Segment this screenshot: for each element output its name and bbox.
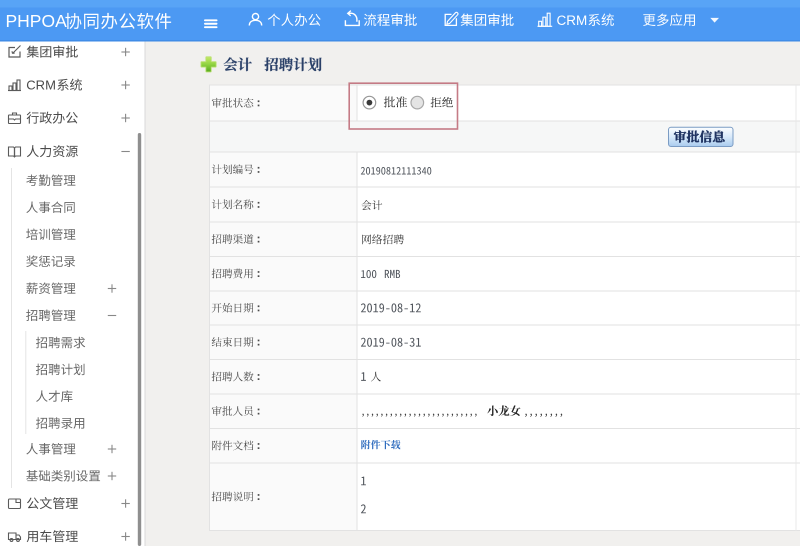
svg-text:CRM: CRM	[557, 13, 588, 28]
svg-text:CRM: CRM	[26, 78, 56, 93]
svg-text:PHPOA: PHPOA	[6, 11, 68, 31]
